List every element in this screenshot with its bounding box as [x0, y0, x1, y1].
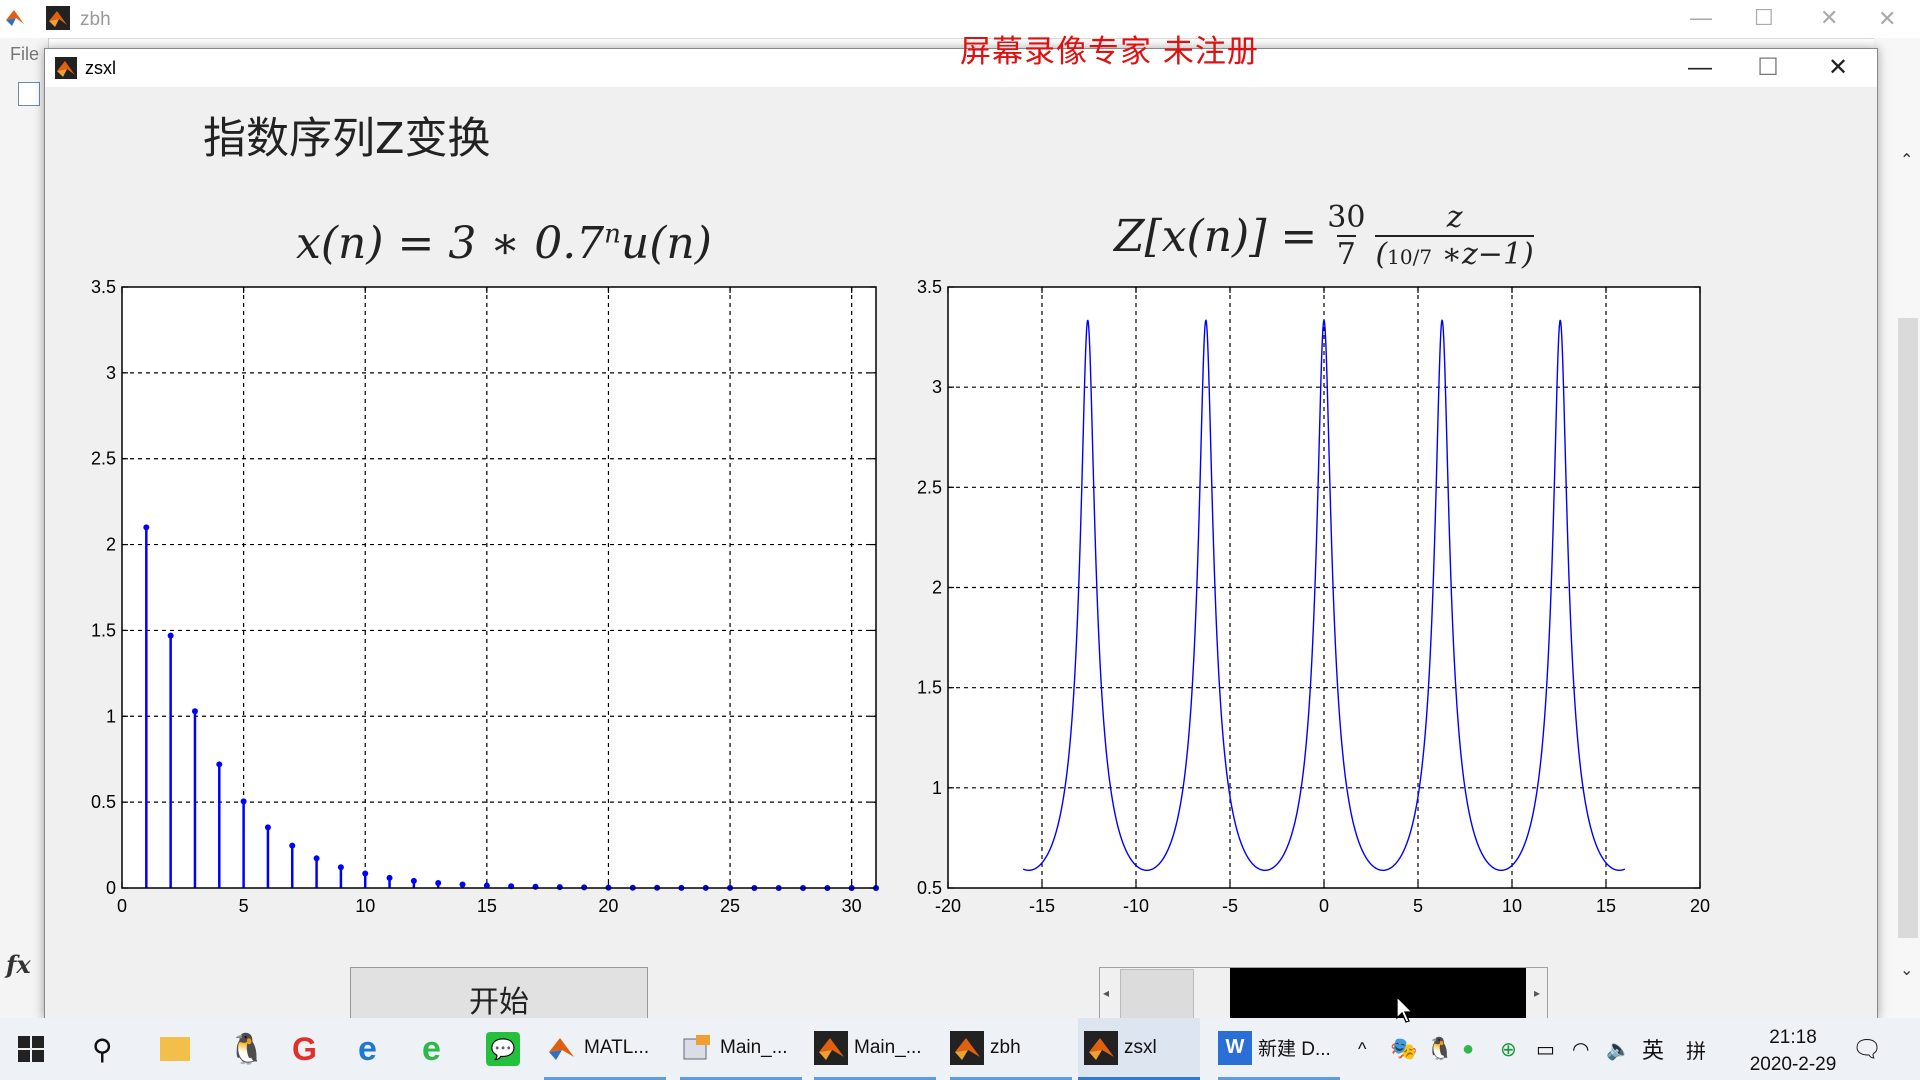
stem-marker	[435, 880, 442, 887]
left-chart-ytick-label: 1.5	[91, 620, 116, 640]
taskbar-item-label: MATL...	[584, 1036, 650, 1058]
slider-thumb[interactable]	[1120, 969, 1194, 1022]
slider-left-arrow-icon[interactable]: ◂	[1103, 986, 1109, 1000]
left-chart-ytick-label: 0.5	[91, 792, 116, 812]
left-chart-xtick-label: 25	[720, 896, 740, 916]
left-chart-ytick-label: 2.5	[91, 449, 116, 469]
tray-qq-icon[interactable]: 🐧	[1426, 1018, 1453, 1080]
qq-icon[interactable]: 🐧	[228, 1018, 265, 1080]
left-chart-xtick-label: 5	[239, 896, 249, 916]
left-chart-ytick-label: 2	[106, 535, 116, 555]
taskbar-item-matlab[interactable]: MATL...	[544, 1018, 666, 1080]
stem-marker	[240, 798, 247, 805]
taskbar-item-word[interactable]: W 新建 D...	[1218, 1018, 1340, 1080]
wps-writer-icon: W	[1218, 1030, 1252, 1065]
wechat-icon[interactable]: 💬	[486, 1018, 526, 1080]
wifi-icon[interactable]: ◠	[1572, 1018, 1589, 1080]
left-chart-ytick-label: 3	[106, 363, 116, 383]
stem-marker	[143, 524, 150, 531]
windows-start-icon[interactable]	[18, 1018, 44, 1080]
right-chart-xtick-label: -5	[1222, 896, 1238, 916]
right-chart-xtick-label: 10	[1502, 896, 1522, 916]
stem-marker	[556, 884, 563, 891]
stem-marker	[459, 881, 466, 888]
right-chart-xtick-label: 20	[1690, 896, 1710, 916]
right-chart-ytick-label: 3	[932, 377, 942, 397]
taskbar-item-main-2[interactable]: Main_...	[814, 1018, 936, 1080]
notification-icon[interactable]: 🗨	[1852, 1018, 1882, 1080]
taskbar-item-label: Main_...	[720, 1036, 788, 1058]
right-chart-xtick-label: -15	[1029, 896, 1055, 916]
stem-marker	[289, 842, 296, 849]
right-chart-ytick-label: 2.5	[917, 477, 942, 497]
volume-icon[interactable]: 🔈	[1606, 1018, 1631, 1080]
right-chart-ytick-label: 1	[932, 778, 942, 798]
left-chart-ytick-label: 0	[106, 878, 116, 898]
right-chart-ytick-label: 2	[932, 578, 942, 598]
ime-mode[interactable]: 拼	[1686, 1018, 1706, 1080]
right-chart-xtick-label: 15	[1596, 896, 1616, 916]
right-chart-xtick-label: 5	[1413, 896, 1423, 916]
taskbar-item-zbh[interactable]: zbh	[950, 1018, 1072, 1080]
left-chart-xtick-label: 15	[477, 896, 497, 916]
stem-marker	[191, 708, 198, 715]
stem-marker	[386, 874, 393, 881]
right-chart-ytick-label: 3.5	[917, 277, 942, 297]
g-app-icon[interactable]: G	[292, 1018, 317, 1080]
matlab-figure-icon	[1084, 1030, 1118, 1065]
charts-canvas: 0 5 10 15 20 25 3000.511.522.533.5-20 -15 -10 -5 0…	[91, 277, 1710, 916]
stem-marker	[410, 877, 417, 884]
tray-wechat-icon[interactable]: ●	[1462, 1018, 1474, 1080]
matlab-logo-icon	[544, 1031, 578, 1065]
stem-marker	[337, 864, 344, 871]
left-chart-xtick-label: 0	[117, 896, 127, 916]
mouse-cursor-icon	[1396, 995, 1416, 1029]
guide-editor-icon	[680, 1031, 714, 1065]
left-chart-xtick-label: 20	[598, 896, 618, 916]
matlab-figure-icon	[814, 1030, 848, 1065]
right-chart-xtick-label: -20	[935, 896, 961, 916]
battery-icon[interactable]: ▭	[1536, 1018, 1555, 1080]
stem-marker	[167, 632, 174, 639]
taskbar-item-main-1[interactable]: Main_...	[680, 1018, 802, 1080]
left-chart-ytick-label: 1	[106, 706, 116, 726]
taskbar-item-label: Main_...	[854, 1036, 922, 1058]
slider-right-arrow-icon[interactable]: ▸	[1534, 986, 1540, 1000]
taskbar: ⚲ 🐧 G e e 💬 MATL... Main_... Main_... zb…	[0, 1018, 1920, 1080]
left-chart-xtick-label: 10	[355, 896, 375, 916]
slider-track-dark[interactable]	[1230, 968, 1526, 1022]
stem-marker	[532, 883, 539, 890]
right-chart-ytick-label: 1.5	[917, 678, 942, 698]
tray-expand-icon[interactable]: ^	[1358, 1018, 1366, 1080]
stem-marker	[264, 824, 271, 831]
right-chart-xtick-label: -10	[1123, 896, 1149, 916]
clock-date: 2020-2-29	[1749, 1054, 1837, 1075]
recorder-watermark: 屏幕录像专家 未注册	[960, 34, 1259, 70]
clock-time: 21:18	[1769, 1027, 1817, 1048]
tray-clock[interactable]: 21:18 2020-2-29	[1748, 1024, 1838, 1078]
tray-security-icon[interactable]: ⊕	[1500, 1018, 1517, 1080]
matlab-figure-icon	[950, 1030, 984, 1065]
left-chart-plot-area	[122, 287, 876, 888]
edge-browser-icon[interactable]: e	[358, 1018, 377, 1080]
slider-control[interactable]: ◂ ▸	[1099, 967, 1548, 1023]
stem-marker	[362, 870, 369, 877]
ie-browser-icon[interactable]: e	[422, 1018, 441, 1080]
stem-marker	[313, 855, 320, 862]
stem-marker	[216, 761, 223, 768]
search-icon[interactable]: ⚲	[92, 1018, 113, 1080]
taskbar-item-zsxl[interactable]: zsxl	[1078, 1018, 1200, 1080]
right-chart-ytick-label: 0.5	[917, 878, 942, 898]
right-chart-xtick-label: 0	[1319, 896, 1329, 916]
taskbar-item-label: 新建 D...	[1258, 1039, 1331, 1060]
left-chart-ytick-label: 3.5	[91, 277, 116, 297]
left-chart-xtick-label: 30	[842, 896, 862, 916]
file-explorer-icon[interactable]	[160, 1018, 196, 1080]
ime-language[interactable]: 英	[1642, 1018, 1664, 1080]
taskbar-item-label: zbh	[990, 1036, 1021, 1058]
taskbar-item-label: zsxl	[1124, 1036, 1157, 1058]
